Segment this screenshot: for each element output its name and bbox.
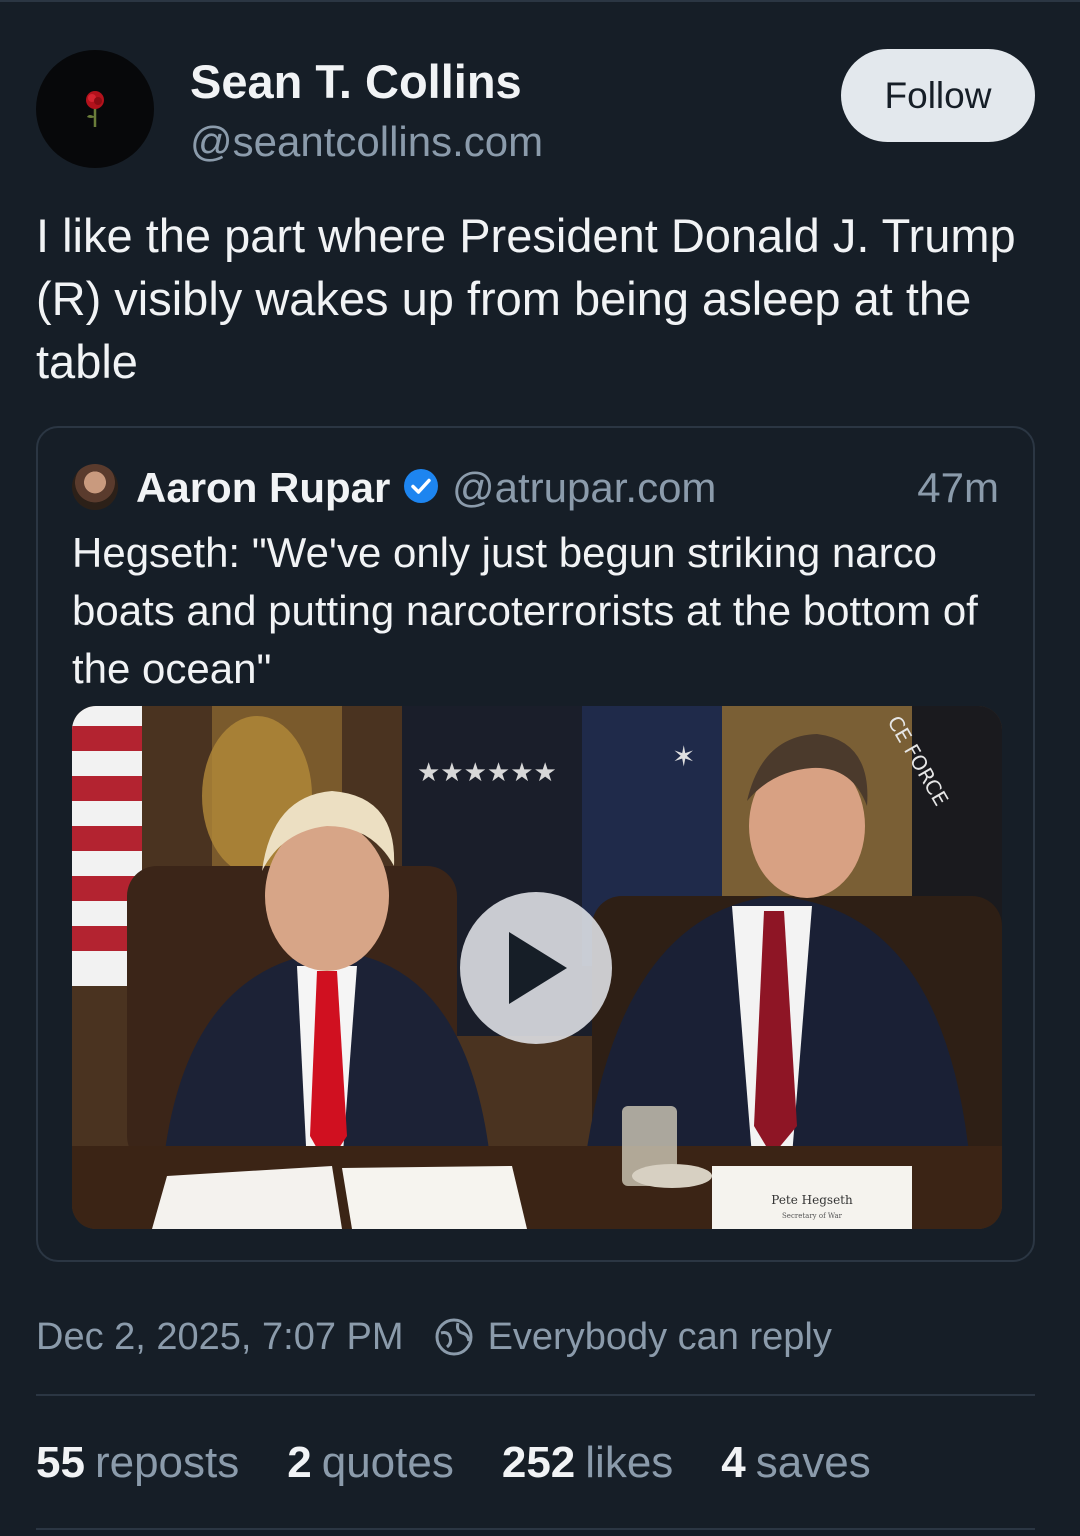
stat-count: 2 bbox=[287, 1438, 312, 1487]
likes-count[interactable]: 252 likes bbox=[502, 1438, 673, 1488]
engagement-stats: 55 reposts 2 quotes 252 likes 4 saves bbox=[36, 1438, 919, 1488]
quote-timestamp: 47m bbox=[917, 464, 999, 511]
verified-badge-icon bbox=[404, 469, 438, 503]
author-avatar[interactable] bbox=[36, 50, 154, 168]
quoted-post-card[interactable]: Aaron Rupar @atrupar.com 47m Hegseth: "W… bbox=[36, 426, 1035, 1262]
divider bbox=[36, 1528, 1035, 1530]
stat-label: saves bbox=[755, 1438, 871, 1487]
quote-author-avatar[interactable] bbox=[72, 464, 118, 510]
quotes-count[interactable]: 2 quotes bbox=[287, 1438, 454, 1488]
play-icon bbox=[509, 932, 567, 1004]
play-button[interactable] bbox=[460, 892, 612, 1044]
nameplate-title: Secretary of War bbox=[782, 1212, 843, 1220]
saves-count[interactable]: 4 saves bbox=[721, 1438, 870, 1488]
stat-label: quotes bbox=[321, 1438, 454, 1487]
top-border bbox=[0, 0, 1080, 2]
reply-settings-icon bbox=[435, 1318, 473, 1356]
reposts-count[interactable]: 55 reposts bbox=[36, 1438, 239, 1488]
nameplate-name: Pete Hegseth bbox=[771, 1193, 853, 1207]
stat-count: 252 bbox=[501, 1438, 576, 1487]
author-name[interactable]: Sean T. Collins bbox=[190, 54, 522, 109]
svg-text:★★★★★★: ★★★★★★ bbox=[417, 758, 557, 788]
quote-text: Hegseth: "We've only just begun striking… bbox=[72, 529, 978, 692]
svg-text:✶: ✶ bbox=[672, 740, 695, 773]
divider bbox=[36, 1394, 1035, 1396]
stat-count: 55 bbox=[36, 1438, 85, 1487]
post-meta: Dec 2, 2025, 7:07 PM Everybody can reply bbox=[36, 1312, 832, 1362]
stat-label: reposts bbox=[94, 1438, 240, 1487]
video-thumbnail[interactable]: ★★★★★★ ✶ Pete Hegseth Secretary of War C… bbox=[72, 706, 1002, 1229]
author-handle[interactable]: @seantcollins.com bbox=[190, 118, 543, 166]
quote-author-name[interactable]: Aaron Rupar bbox=[136, 464, 390, 512]
quote-author-handle[interactable]: @atrupar.com bbox=[452, 464, 716, 512]
post-text: I like the part where President Donald J… bbox=[36, 209, 1016, 388]
post-date[interactable]: Dec 2, 2025, 7:07 PM bbox=[36, 1316, 404, 1359]
rose-icon bbox=[86, 91, 104, 127]
reply-setting[interactable]: Everybody can reply bbox=[488, 1316, 832, 1359]
stat-label: likes bbox=[585, 1438, 674, 1487]
stat-count: 4 bbox=[721, 1438, 746, 1487]
follow-button[interactable]: Follow bbox=[841, 49, 1035, 142]
